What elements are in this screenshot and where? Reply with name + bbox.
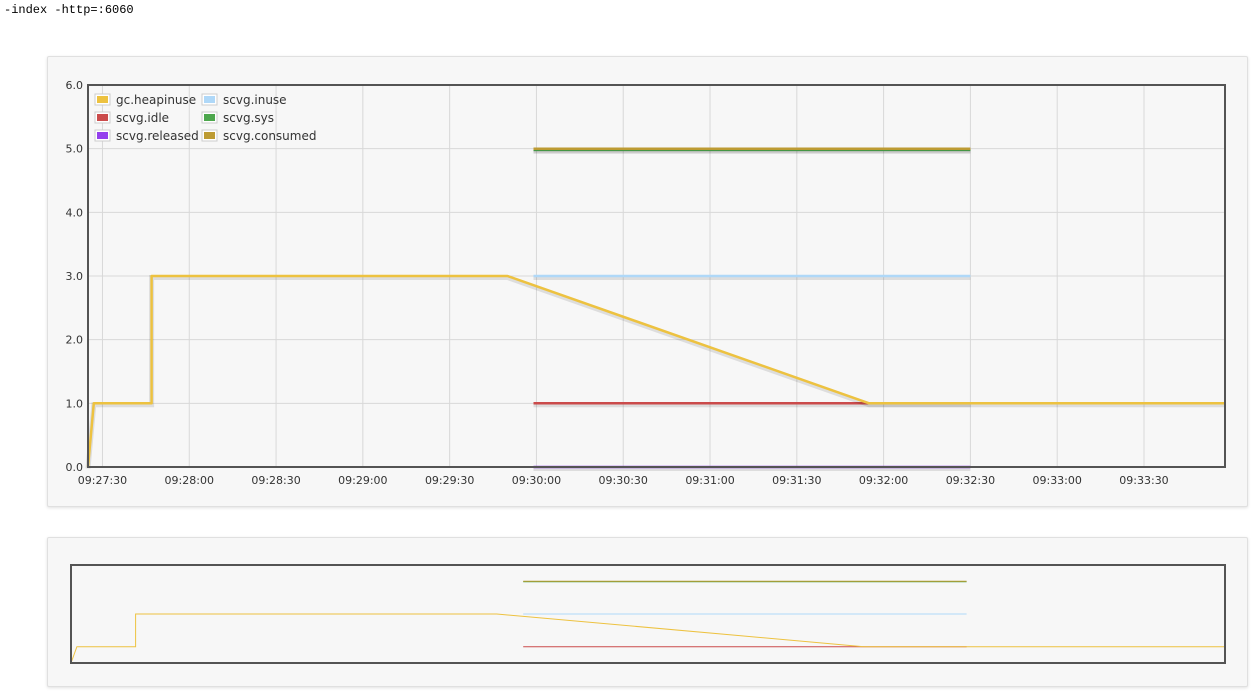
command-line-text: -index -http=:6060 — [4, 3, 134, 17]
legend-item-scvg-released[interactable]: scvg.released — [94, 129, 199, 143]
legend-item-gc-heapinuse[interactable]: gc.heapinuse — [94, 93, 196, 107]
chart-series — [85, 147, 1225, 471]
legend-item-scvg-consumed[interactable]: scvg.consumed — [201, 129, 316, 143]
x-tick-label: 09:31:00 — [685, 474, 734, 487]
y-tick-label: 3.0 — [66, 270, 84, 283]
x-tick-label: 09:29:30 — [425, 474, 474, 487]
legend-label: scvg.inuse — [223, 93, 287, 107]
legend-item-scvg-idle[interactable]: scvg.idle — [94, 111, 169, 125]
legend-label: scvg.idle — [116, 111, 169, 125]
main-chart[interactable]: 0.01.02.03.04.05.06.0 09:27:30 09:28:00 09… — [48, 57, 1247, 506]
x-tick-label: 09:30:00 — [512, 474, 561, 487]
main-chart-panel: 0.0 1.0 2.0 3.0 4.0 5.0 6.0 09:27:30 09:28:00 09… — [47, 56, 1248, 507]
x-tick-label: 09:33:30 — [1119, 474, 1168, 487]
x-tick-label: 09:31:30 — [772, 474, 821, 487]
x-tick-label: 09:33:00 — [1032, 474, 1081, 487]
overview-line-gc-heapinuse — [70, 613, 1225, 664]
x-tick-label: 09:30:30 — [599, 474, 648, 487]
series-line-gc-heapinuse — [86, 274, 1225, 468]
legend-item-scvg-inuse[interactable]: scvg.inuse — [201, 93, 287, 107]
y-tick-label: 0.0 — [66, 461, 84, 474]
series-shadow — [85, 275, 1225, 469]
x-tick-label: 09:29:00 — [338, 474, 387, 487]
y-tick-label: 5.0 — [66, 143, 84, 156]
x-tick-label: 09:27:30 — [78, 474, 127, 487]
legend-swatch — [97, 132, 108, 139]
overview-series — [70, 580, 1225, 664]
overview-chart-panel — [47, 537, 1248, 687]
legend-label: scvg.consumed — [223, 129, 316, 143]
legend-label: gc.heapinuse — [116, 93, 196, 107]
y-tick-label: 1.0 — [66, 397, 84, 410]
legend: gc.heapinuse scvg.inuse scvg.idle scvg.sys s… — [94, 93, 316, 143]
y-tick-label: 2.0 — [66, 334, 84, 347]
legend-label: scvg.released — [116, 129, 199, 143]
legend-label: scvg.sys — [223, 111, 274, 125]
y-axis-ticks: 0.0 1.0 2.0 3.0 4.0 5.0 6.0 — [66, 79, 84, 474]
legend-item-scvg-sys[interactable]: scvg.sys — [201, 111, 274, 125]
x-tick-label: 09:28:30 — [251, 474, 300, 487]
legend-swatch — [97, 96, 108, 103]
legend-swatch — [204, 114, 215, 121]
legend-swatch — [97, 114, 108, 121]
x-tick-label: 09:32:00 — [859, 474, 908, 487]
x-axis-ticks: 09:27:30 09:28:00 09:28:30 09:29:00 09:29:30… — [78, 474, 1169, 487]
legend-swatch — [204, 132, 215, 139]
overview-chart[interactable] — [48, 538, 1247, 686]
y-tick-label: 6.0 — [66, 79, 84, 92]
y-tick-label: 4.0 — [66, 206, 84, 219]
legend-swatch — [204, 96, 215, 103]
x-tick-label: 09:28:00 — [165, 474, 214, 487]
x-tick-label: 09:32:30 — [946, 474, 995, 487]
